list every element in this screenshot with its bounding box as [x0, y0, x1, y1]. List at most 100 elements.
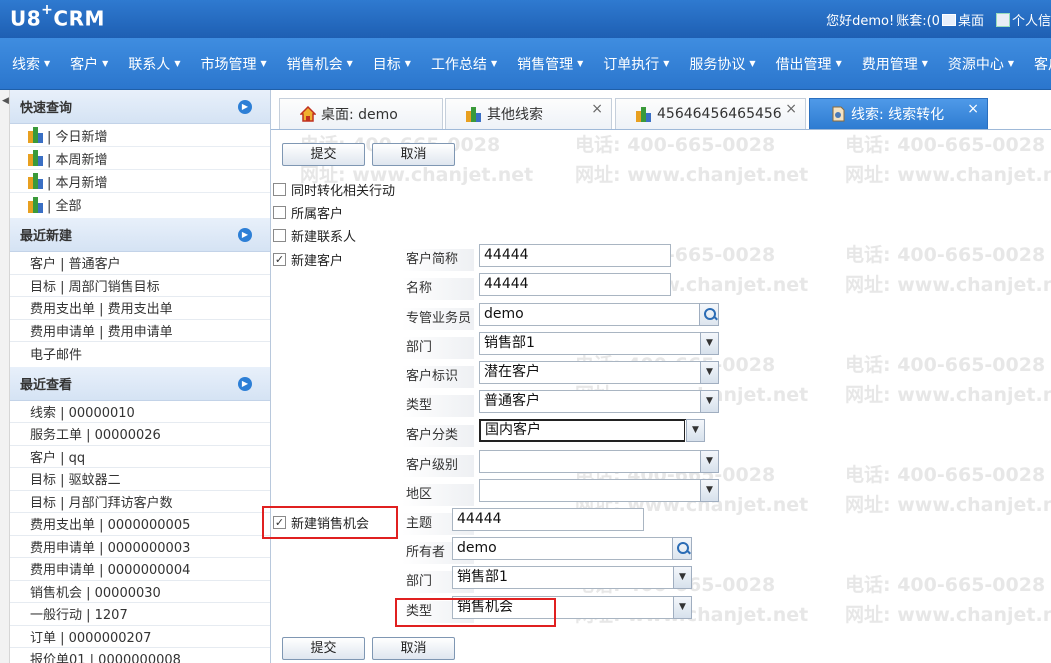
- watermark-phone: 电话: 400-665-0028: [845, 134, 1046, 156]
- menu-item-sales[interactable]: 销售管理 ▼: [505, 54, 591, 74]
- tab-other-leads[interactable]: 其他线索 ×: [445, 98, 612, 129]
- chevron-down-icon[interactable]: ▼: [673, 566, 692, 589]
- chevron-down-icon[interactable]: ▼: [686, 419, 705, 442]
- recent-view-item[interactable]: 服务工单 | 00000026: [10, 423, 270, 446]
- customer-level-label: 客户级别: [402, 455, 474, 477]
- recent-view-item[interactable]: 订单 | 0000000207: [10, 626, 270, 648]
- arrow-right-icon[interactable]: ▶: [238, 376, 252, 391]
- menu-item-marketing[interactable]: 市场管理 ▼: [188, 54, 274, 74]
- customer-level-select[interactable]: ▼: [479, 450, 719, 473]
- desktop-link[interactable]: 桌面: [958, 10, 984, 29]
- user-area: 您好demo! 账套:(0 桌面 个人信: [826, 10, 1051, 29]
- desktop-icon[interactable]: [941, 13, 956, 26]
- recent-view-item[interactable]: 目标 | 月部门拜访客户数: [10, 491, 270, 513]
- sidebar: ◀ 快速查询 ▶ | 今日新增 | 本周新增 | 本月新增 | 全部 最近新建 …: [0, 90, 271, 663]
- quick-query-item[interactable]: | 今日新增: [10, 124, 270, 147]
- customer-class-dropdown[interactable]: ▼: [685, 419, 705, 443]
- recent-new-item[interactable]: 电子邮件: [10, 342, 270, 365]
- quick-query-header[interactable]: 快速查询 ▶: [10, 90, 270, 124]
- menu-item-target[interactable]: 目标 ▼: [361, 54, 419, 74]
- recent-new-item[interactable]: 费用申请单 | 费用申请单: [10, 320, 270, 342]
- new-contact-checkbox[interactable]: 新建联系人: [273, 226, 356, 245]
- menu-item-service[interactable]: 服务协议 ▼: [677, 54, 763, 74]
- opp-dept-select[interactable]: 销售部1 ▼: [452, 566, 692, 589]
- close-icon[interactable]: ×: [785, 101, 797, 117]
- recent-view-item[interactable]: 销售机会 | 00000030: [10, 581, 270, 603]
- menu-item-order[interactable]: 订单执行 ▼: [591, 54, 677, 74]
- menu-item-resource[interactable]: 资源中心 ▼: [936, 54, 1022, 74]
- chevron-down-icon[interactable]: ▼: [700, 450, 719, 473]
- recent-new-item[interactable]: 费用支出单 | 费用支出单: [10, 297, 270, 320]
- customer-type-select[interactable]: 普通客户 ▼: [479, 390, 719, 413]
- quick-query-item[interactable]: | 本周新增: [10, 147, 270, 170]
- customer-name-field[interactable]: 44444: [479, 273, 671, 296]
- chevron-down-icon[interactable]: ▼: [700, 332, 719, 355]
- recent-view-item[interactable]: 费用支出单 | 0000000005: [10, 513, 270, 536]
- recent-view-item[interactable]: 线索 | 00000010: [10, 401, 270, 423]
- menu-item-lending[interactable]: 借出管理 ▼: [764, 54, 850, 74]
- chevron-down-icon: ▼: [577, 59, 584, 68]
- close-icon[interactable]: ×: [967, 101, 979, 117]
- recent-view-item[interactable]: 一般行动 | 1207: [10, 603, 270, 626]
- cancel-button[interactable]: 取消: [372, 143, 455, 166]
- quick-query-item[interactable]: | 全部: [10, 193, 270, 216]
- submit-button[interactable]: 提交: [282, 143, 365, 166]
- customer-type-label: 类型: [402, 395, 474, 417]
- chevron-down-icon[interactable]: ▼: [673, 596, 692, 619]
- search-icon[interactable]: [699, 303, 719, 326]
- recent-new-item[interactable]: 目标 | 周部门销售目标: [10, 275, 270, 297]
- people-icon: [466, 106, 482, 122]
- arrow-right-icon[interactable]: ▶: [238, 100, 252, 114]
- recent-view-item[interactable]: 报价单01 | 0000000008: [10, 648, 270, 663]
- menu-item-customer[interactable]: 客户 ▼: [58, 54, 116, 74]
- region-label: 地区: [402, 484, 474, 506]
- opp-owner-field[interactable]: demo: [452, 537, 692, 560]
- top-bar: U8+CRM 您好demo! 账套:(0 桌面 个人信: [0, 0, 1051, 38]
- customer-class-select[interactable]: 国内客户: [479, 419, 686, 442]
- menu-item-lead[interactable]: 线索 ▼: [0, 54, 58, 74]
- app-logo: U8+CRM: [10, 2, 105, 31]
- recent-view-item[interactable]: 费用申请单 | 0000000003: [10, 536, 270, 558]
- submit-button[interactable]: 提交: [282, 637, 365, 660]
- chevron-down-icon[interactable]: ▼: [700, 361, 719, 384]
- menu-item-survey[interactable]: 客户调: [1022, 54, 1051, 74]
- arrow-right-icon[interactable]: ▶: [238, 228, 252, 242]
- personal-icon[interactable]: [995, 12, 1010, 27]
- tab-desktop[interactable]: 桌面: demo: [279, 98, 443, 129]
- lead-icon: [830, 106, 846, 122]
- new-customer-checkbox[interactable]: ✓ 新建客户: [273, 250, 343, 269]
- chevron-down-icon[interactable]: ▼: [700, 390, 719, 413]
- personal-link[interactable]: 个人信: [1012, 10, 1051, 29]
- close-icon[interactable]: ×: [591, 101, 603, 117]
- recent-view-header[interactable]: 最近查看 ▶: [10, 366, 270, 401]
- recent-new-header[interactable]: 最近新建 ▶: [10, 218, 270, 252]
- recent-view-item[interactable]: 费用申请单 | 0000000004: [10, 558, 270, 581]
- watermark-site: 网址: www.chanjet.net: [845, 164, 1051, 186]
- menu-item-contact[interactable]: 联系人 ▼: [116, 54, 188, 74]
- people-icon: [28, 196, 44, 213]
- quick-query-item[interactable]: | 本月新增: [10, 170, 270, 193]
- tab-record[interactable]: 45646456465456 ×: [615, 98, 806, 129]
- dept-select[interactable]: 销售部1 ▼: [479, 332, 719, 355]
- watermark-phone: 电话: 400-665-0028: [845, 574, 1046, 596]
- watermark-site: 网址: www.chanjet.net: [845, 604, 1051, 626]
- region-select[interactable]: ▼: [479, 479, 719, 502]
- chevron-down-icon[interactable]: ▼: [700, 479, 719, 502]
- recent-view-item[interactable]: 客户 | qq: [10, 446, 270, 468]
- belong-customer-checkbox[interactable]: 所属客户: [273, 203, 343, 222]
- recent-view-item[interactable]: 目标 | 驱蚊器二: [10, 468, 270, 491]
- recent-new-item[interactable]: 客户 | 普通客户: [10, 252, 270, 275]
- owner-field[interactable]: demo: [479, 303, 719, 326]
- chevron-down-icon: ▼: [346, 59, 353, 68]
- cancel-button[interactable]: 取消: [372, 637, 455, 660]
- menu-item-opportunity[interactable]: 销售机会 ▼: [275, 54, 361, 74]
- tab-lead-convert[interactable]: 线索: 线索转化 ×: [809, 98, 988, 129]
- convert-actions-checkbox[interactable]: 同时转化相关行动: [273, 180, 395, 199]
- customer-short-name-field[interactable]: 44444: [479, 244, 671, 267]
- sidebar-collapse-handle[interactable]: ◀: [0, 90, 10, 663]
- customer-mark-select[interactable]: 潜在客户 ▼: [479, 361, 719, 384]
- menu-item-work-summary[interactable]: 工作总结 ▼: [419, 54, 505, 74]
- menu-item-expense[interactable]: 费用管理 ▼: [850, 54, 936, 74]
- subject-field[interactable]: 44444: [452, 508, 644, 531]
- search-icon[interactable]: [672, 537, 692, 560]
